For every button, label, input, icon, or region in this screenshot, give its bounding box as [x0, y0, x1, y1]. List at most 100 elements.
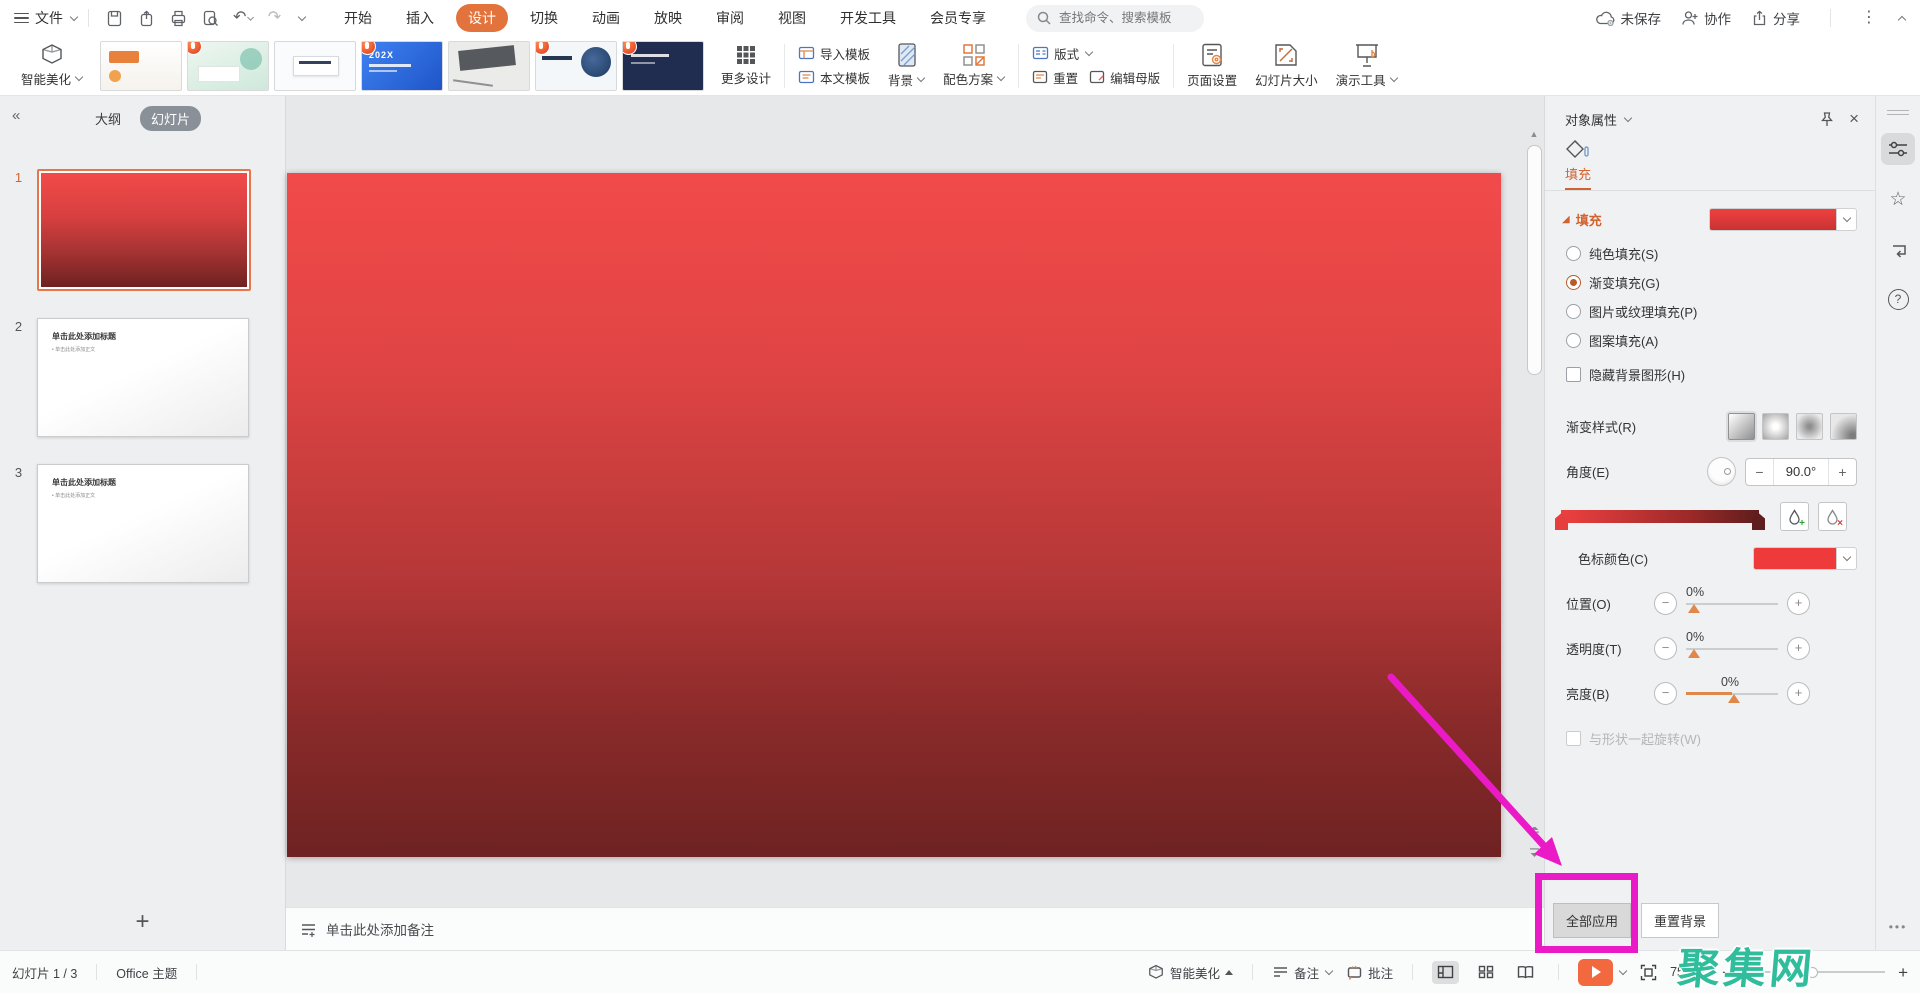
slider-thumb-icon[interactable]	[1728, 694, 1740, 703]
undo-dropdown-icon[interactable]	[247, 14, 251, 21]
search-box[interactable]	[1026, 5, 1204, 32]
fit-to-window-button[interactable]	[1640, 964, 1657, 981]
template-thumbnail[interactable]	[535, 41, 617, 91]
text-template-button[interactable]: 本文模板	[798, 68, 870, 87]
kebab-menu-icon[interactable]: ⋮	[1861, 10, 1877, 26]
print-icon[interactable]	[169, 9, 188, 28]
angle-value[interactable]: 90.0°	[1773, 459, 1829, 485]
slide-sorter-button[interactable]	[1472, 961, 1499, 984]
previous-slide-button[interactable]	[1529, 827, 1540, 838]
gradient-stop-handle-end[interactable]	[1752, 513, 1765, 530]
tab-home[interactable]: 开始	[332, 4, 384, 32]
gradient-fill-radio[interactable]: 渐变填充(G)	[1566, 273, 1875, 292]
animation-rail-button[interactable]	[1881, 233, 1915, 265]
angle-minus-button[interactable]: −	[1746, 464, 1773, 480]
angle-plus-button[interactable]: +	[1829, 464, 1856, 480]
more-quick-commands-icon[interactable]	[297, 14, 306, 23]
brightness-plus-button[interactable]: +	[1787, 682, 1810, 705]
save-icon[interactable]	[105, 9, 124, 28]
template-thumbnail[interactable]	[187, 41, 269, 91]
pattern-fill-radio[interactable]: 图案填充(A)	[1566, 331, 1875, 350]
vertical-scrollbar[interactable]: ▲	[1527, 130, 1541, 860]
tab-animation[interactable]: 动画	[580, 4, 632, 32]
picture-fill-radio[interactable]: 图片或纹理填充(P)	[1566, 302, 1875, 321]
collapse-ribbon-icon[interactable]	[1897, 14, 1906, 23]
file-menu-button[interactable]: 文件	[14, 8, 78, 28]
transparency-plus-button[interactable]: +	[1787, 637, 1810, 660]
tab-design[interactable]: 设计	[456, 4, 508, 32]
effects-rail-button[interactable]: ☆	[1881, 183, 1915, 215]
background-button[interactable]: 背景	[888, 42, 925, 89]
slider-thumb-icon[interactable]	[1688, 604, 1700, 613]
slide-canvas[interactable]	[287, 173, 1501, 857]
import-template-button[interactable]: 导入模板	[798, 44, 870, 63]
tab-insert[interactable]: 插入	[394, 4, 446, 32]
gradient-style-corner-button[interactable]	[1830, 413, 1857, 440]
delete-gradient-stop-button[interactable]: ×	[1818, 502, 1847, 531]
next-slide-button[interactable]	[1529, 847, 1540, 858]
notes-bar[interactable]: 单击此处添加备注	[286, 907, 1544, 950]
slide-size-button[interactable]: 幻灯片大小	[1255, 42, 1318, 89]
zoom-in-button[interactable]: +	[1898, 964, 1908, 981]
help-rail-button[interactable]: ?	[1881, 283, 1915, 315]
tab-transitions[interactable]: 切换	[518, 4, 570, 32]
position-slider[interactable]: 0%	[1686, 603, 1778, 605]
slideshow-play-button[interactable]	[1578, 959, 1627, 986]
panel-drag-handle[interactable]	[1887, 110, 1909, 115]
more-panels-icon[interactable]: •••	[1889, 920, 1908, 934]
smart-beautify-button[interactable]: 智能美化	[21, 43, 83, 88]
slide-1-thumbnail-selected[interactable]	[37, 169, 251, 291]
collapse-panel-button[interactable]: «	[12, 107, 20, 124]
more-designs-button[interactable]: 更多设计	[721, 44, 771, 87]
notes-button[interactable]: 备注	[1272, 963, 1333, 982]
reset-button[interactable]: 重置	[1032, 68, 1078, 87]
fill-section-header[interactable]: ◢ 填充	[1562, 210, 1602, 229]
search-input[interactable]	[1057, 10, 1193, 26]
redo-icon[interactable]: ↷	[265, 9, 284, 28]
color-scheme-button[interactable]: 配色方案	[943, 43, 1005, 88]
chevron-down-icon[interactable]	[1618, 968, 1627, 977]
tab-member[interactable]: 会员专享	[918, 4, 998, 32]
comments-button[interactable]: 批注	[1346, 963, 1393, 982]
export-icon[interactable]	[137, 9, 156, 28]
tab-view[interactable]: 视图	[766, 4, 818, 32]
fill-preview-dropdown[interactable]	[1709, 208, 1857, 231]
layout-button[interactable]: 版式	[1032, 44, 1160, 63]
template-thumbnail[interactable]	[100, 41, 182, 91]
add-gradient-stop-button[interactable]: +	[1780, 502, 1809, 531]
stop-color-dropdown[interactable]	[1753, 547, 1857, 570]
brightness-minus-button[interactable]: −	[1654, 682, 1677, 705]
tab-developer[interactable]: 开发工具	[828, 4, 908, 32]
template-thumbnail[interactable]	[448, 41, 530, 91]
tab-review[interactable]: 审阅	[704, 4, 756, 32]
object-properties-rail-button[interactable]	[1881, 133, 1915, 165]
add-slide-button[interactable]: +	[135, 910, 149, 934]
transparency-minus-button[interactable]: −	[1654, 637, 1677, 660]
template-thumbnail[interactable]: 202X	[361, 41, 443, 91]
close-panel-button[interactable]: ×	[1849, 109, 1859, 129]
smart-beautify-status-button[interactable]: 智能美化	[1147, 963, 1233, 982]
presentation-tools-button[interactable]: 演示工具	[1336, 42, 1398, 89]
position-plus-button[interactable]: +	[1787, 592, 1810, 615]
gradient-stop-handle-start[interactable]	[1555, 513, 1568, 530]
slider-thumb-icon[interactable]	[1688, 649, 1700, 658]
slide-2-thumbnail[interactable]: 单击此处添加标题 • 单击此处添加正文	[37, 318, 249, 437]
edit-master-button[interactable]: 编辑母版	[1089, 68, 1160, 87]
angle-dial[interactable]	[1707, 457, 1736, 486]
collaborate-button[interactable]: 协作	[1681, 8, 1731, 28]
print-preview-icon[interactable]	[201, 9, 220, 28]
template-thumbnail[interactable]	[622, 41, 704, 91]
solid-fill-radio[interactable]: 纯色填充(S)	[1566, 244, 1875, 263]
undo-icon[interactable]: ↶	[233, 9, 252, 28]
brightness-slider[interactable]: 0%	[1686, 693, 1778, 695]
reset-background-button[interactable]: 重置背景	[1641, 903, 1719, 938]
scroll-up-icon[interactable]: ▲	[1527, 130, 1541, 139]
scrollbar-thumb[interactable]	[1527, 145, 1542, 375]
reading-view-button[interactable]	[1512, 961, 1539, 984]
gradient-stop-bar[interactable]	[1561, 510, 1759, 523]
hide-background-checkbox[interactable]: 隐藏背景图形(H)	[1545, 350, 1875, 384]
transparency-slider[interactable]: 0%	[1686, 648, 1778, 650]
slide-3-thumbnail[interactable]: 单击此处添加标题 • 单击此处添加正文	[37, 464, 249, 583]
normal-view-button[interactable]	[1432, 961, 1459, 984]
gradient-style-rect-button[interactable]	[1796, 413, 1823, 440]
